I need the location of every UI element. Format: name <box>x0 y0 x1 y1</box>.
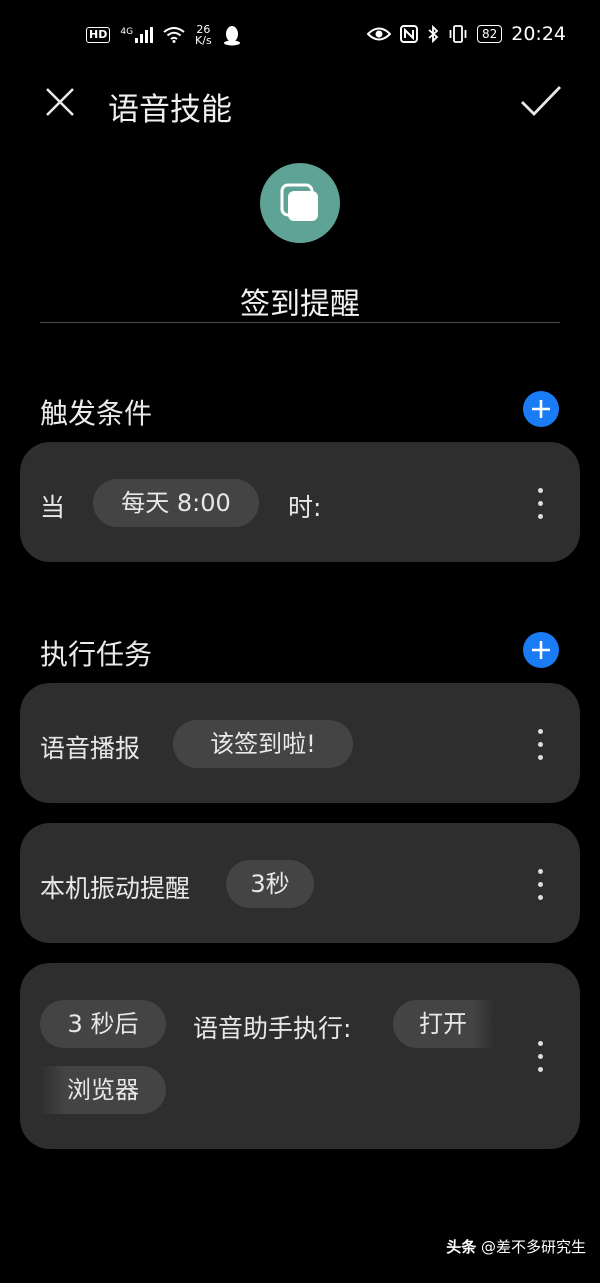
status-right: 82 20:24 <box>366 23 566 45</box>
task-card-assistant[interactable]: 3 秒后 语音助手执行: 打开 浏览器 <box>20 963 580 1149</box>
network-type: 4G <box>120 27 134 37</box>
plus-icon <box>532 400 550 418</box>
more-options-icon[interactable] <box>535 1041 545 1075</box>
watermark-author: @差不多研究生 <box>480 1238 586 1256</box>
task-chip[interactable]: 3秒 <box>226 860 314 908</box>
skill-name[interactable]: 签到提醒 <box>0 279 600 323</box>
task-card-voice-broadcast[interactable]: 语音播报 该签到啦! <box>20 683 580 803</box>
add-task-button[interactable] <box>523 632 559 668</box>
qq-penguin-icon <box>223 26 240 46</box>
trigger-section-title: 触发条件 <box>40 397 153 430</box>
watermark-brand: 头条 <box>446 1238 477 1256</box>
more-options-icon[interactable] <box>535 729 545 763</box>
cell-signal-icon: 4G <box>120 27 154 43</box>
wifi-icon <box>163 27 185 43</box>
task-chip[interactable]: 该签到啦! <box>173 720 353 768</box>
vibrate-icon <box>449 25 467 43</box>
bluetooth-icon <box>428 25 439 43</box>
net-speed-unit: K/s <box>195 34 212 47</box>
hd-badge: HD <box>86 27 111 43</box>
trigger-time-chip[interactable]: 每天 8:00 <box>93 479 259 527</box>
check-icon[interactable] <box>520 84 562 120</box>
more-options-icon[interactable] <box>535 869 545 903</box>
task-label: 语音播报 <box>40 734 141 763</box>
task-label: 语音助手执行: <box>193 1014 352 1043</box>
close-icon[interactable] <box>44 86 76 118</box>
skill-icon[interactable] <box>260 163 340 243</box>
more-options-icon[interactable] <box>535 488 545 522</box>
eye-comfort-icon <box>366 27 391 41</box>
page-title: 语音技能 <box>108 92 232 128</box>
task-target-chip[interactable]: 浏览器 <box>40 1066 166 1114</box>
clock: 20:24 <box>511 23 566 45</box>
nfc-icon <box>399 25 418 43</box>
task-label: 本机振动提醒 <box>40 874 191 903</box>
task-card-vibrate[interactable]: 本机振动提醒 3秒 <box>20 823 580 943</box>
plus-icon <box>532 641 550 659</box>
trigger-card[interactable]: 当 每天 8:00 时: <box>20 442 580 562</box>
trigger-prefix: 当 <box>40 493 66 522</box>
name-divider <box>40 322 560 323</box>
add-trigger-button[interactable] <box>523 391 559 427</box>
signal-bars <box>135 27 154 43</box>
task-action-chip[interactable]: 打开 <box>393 1000 493 1048</box>
stacked-squares-icon <box>280 183 318 221</box>
net-speed: 26 K/s <box>195 24 212 46</box>
watermark: 头条 @差不多研究生 <box>446 1236 586 1257</box>
trigger-suffix: 时: <box>288 493 322 522</box>
status-bar: HD 4G 26 K/s 82 20:24 <box>0 18 600 54</box>
battery-indicator: 82 <box>476 25 503 43</box>
task-delay-chip[interactable]: 3 秒后 <box>40 1000 166 1048</box>
tasks-section-title: 执行任务 <box>40 638 153 671</box>
status-left: HD 4G 26 K/s <box>86 24 242 46</box>
